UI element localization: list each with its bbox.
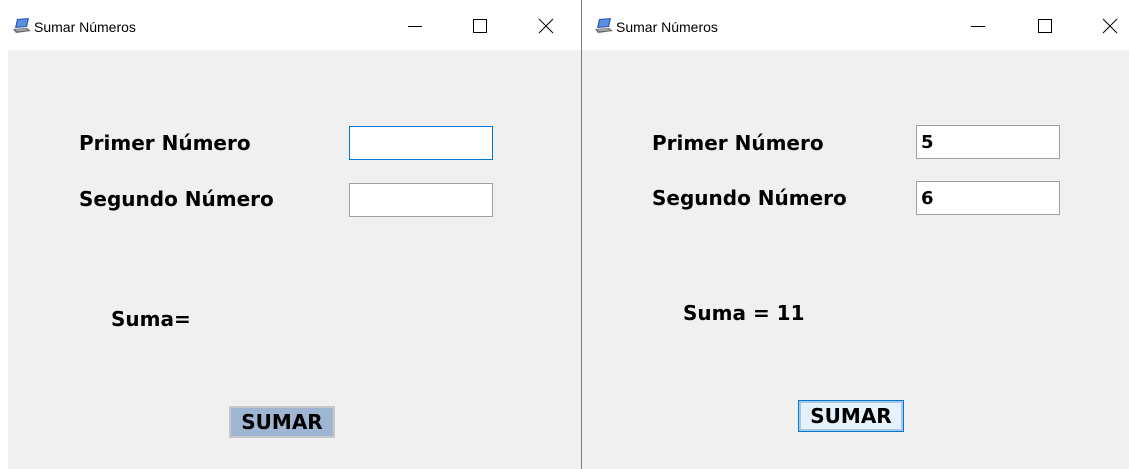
segundo-numero-label: Segundo Número xyxy=(79,187,274,211)
suma-result-label: Suma= xyxy=(111,307,191,331)
laptop-icon xyxy=(595,18,613,33)
sumar-button-label: SUMAR xyxy=(241,410,323,434)
left-titlebar[interactable]: Sumar Números xyxy=(0,0,581,50)
left-client-area: Primer Número Segundo Número Suma= SUMAR xyxy=(8,50,581,469)
maximize-button[interactable] xyxy=(1033,14,1057,38)
close-icon xyxy=(1102,18,1118,34)
minimize-icon xyxy=(408,26,422,27)
right-window: Sumar Números Primer Número Segundo Núme… xyxy=(582,0,1129,469)
sumar-button-label: SUMAR xyxy=(810,404,892,428)
suma-result-label: Suma = 11 xyxy=(683,301,805,325)
primer-numero-input[interactable] xyxy=(349,126,493,160)
primer-numero-label: Primer Número xyxy=(652,131,824,155)
segundo-numero-input[interactable] xyxy=(916,181,1060,215)
maximize-icon xyxy=(1038,19,1052,33)
window-title: Sumar Números xyxy=(616,19,718,35)
close-button[interactable] xyxy=(534,14,558,38)
primer-numero-input[interactable] xyxy=(916,125,1060,159)
segundo-numero-input[interactable] xyxy=(349,183,493,217)
left-window: Sumar Números Primer Número Segundo Núme… xyxy=(0,0,581,469)
window-title: Sumar Números xyxy=(34,19,136,35)
maximize-icon xyxy=(473,19,487,33)
close-icon xyxy=(538,18,554,34)
maximize-button[interactable] xyxy=(468,14,492,38)
laptop-icon xyxy=(13,18,31,33)
sumar-button[interactable]: SUMAR xyxy=(229,406,335,438)
minimize-button[interactable] xyxy=(966,14,990,38)
primer-numero-label: Primer Número xyxy=(79,131,251,155)
right-titlebar[interactable]: Sumar Números xyxy=(582,0,1129,50)
sumar-button[interactable]: SUMAR xyxy=(798,400,904,432)
minimize-icon xyxy=(971,26,985,27)
right-client-area: Primer Número Segundo Número Suma = 11 S… xyxy=(582,50,1129,469)
minimize-button[interactable] xyxy=(403,14,427,38)
segundo-numero-label: Segundo Número xyxy=(652,186,847,210)
close-button[interactable] xyxy=(1098,14,1122,38)
